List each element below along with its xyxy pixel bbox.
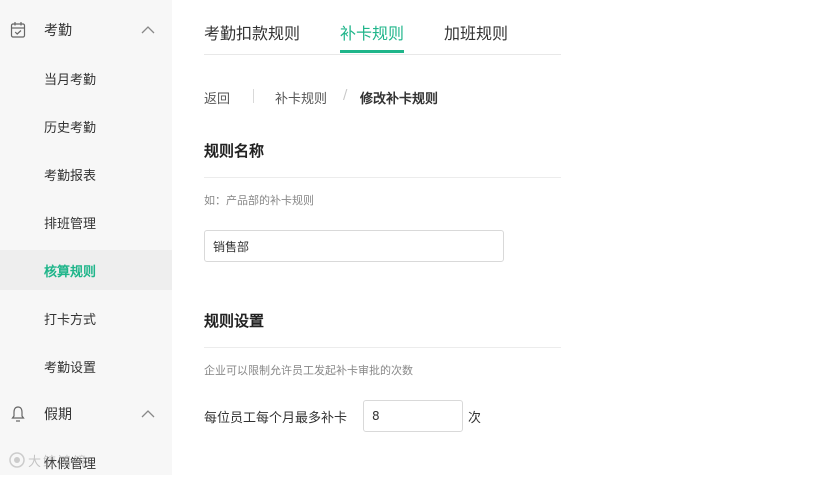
- breadcrumb-separator: /: [343, 88, 348, 103]
- sidebar-item-monthly-attendance[interactable]: 当月考勤: [0, 58, 172, 98]
- chevron-up-icon[interactable]: [140, 24, 156, 36]
- sidebar-item-label: 排班管理: [44, 216, 97, 232]
- watermark-text: 大鲸鸿镜: [28, 454, 89, 470]
- section-divider: [204, 347, 561, 348]
- bell-icon: [11, 406, 25, 422]
- tab-deduction-rules[interactable]: 考勤扣款规则: [204, 20, 300, 44]
- sidebar-item-accounting-rules[interactable]: 核算规则: [0, 250, 172, 290]
- sidebar-group-label: 假期: [44, 407, 72, 423]
- sidebar-item-label: 考勤报表: [44, 168, 97, 184]
- back-link[interactable]: 返回: [204, 88, 230, 107]
- sidebar-item-clock-in-method[interactable]: 打卡方式: [0, 298, 172, 338]
- sidebar: 考勤 当月考勤 历史考勤 考勤报表 排班管理 核算规则 打卡方式 考勤设置 假期…: [0, 0, 172, 475]
- section-divider: [204, 177, 561, 178]
- watermark-logo-icon: [9, 452, 25, 468]
- rule-tabs: 考勤扣款规则 补卡规则 加班规则: [204, 0, 561, 55]
- breadcrumb-divider: [253, 89, 254, 103]
- rule-name-hint: 如：产品部的补卡规则: [204, 194, 314, 207]
- makeup-limit-unit: 次: [468, 411, 482, 426]
- sidebar-group-label: 考勤: [44, 23, 72, 39]
- watermark: 大鲸鸿镜: [8, 448, 88, 472]
- rule-settings-title: 规则设置: [204, 312, 265, 330]
- rule-name-input[interactable]: [204, 230, 504, 262]
- makeup-limit-label: 每位员工每个月最多补卡: [204, 411, 348, 426]
- breadcrumb-parent-link[interactable]: 补卡规则: [275, 88, 327, 107]
- rule-name-title: 规则名称: [204, 142, 265, 160]
- calendar-icon: [10, 22, 26, 38]
- rule-settings-hint: 企业可以限制允许员工发起补卡审批的次数: [204, 364, 413, 377]
- chevron-up-icon[interactable]: [140, 408, 156, 420]
- sidebar-group-holidays[interactable]: 假期: [0, 390, 172, 438]
- sidebar-item-label: 考勤设置: [44, 360, 97, 376]
- makeup-limit-input[interactable]: [363, 400, 463, 432]
- breadcrumb-current: 修改补卡规则: [360, 92, 439, 107]
- tab-makeup-rules[interactable]: 补卡规则: [340, 20, 404, 44]
- active-tab-indicator: [340, 50, 404, 53]
- sidebar-item-label: 打卡方式: [44, 312, 97, 328]
- sidebar-item-label: 历史考勤: [44, 120, 97, 136]
- sidebar-item-attendance-report[interactable]: 考勤报表: [0, 154, 172, 194]
- sidebar-item-attendance-settings[interactable]: 考勤设置: [0, 346, 172, 386]
- tab-overtime-rules[interactable]: 加班规则: [444, 20, 508, 44]
- sidebar-group-attendance[interactable]: 考勤: [0, 6, 172, 54]
- sidebar-item-history-attendance[interactable]: 历史考勤: [0, 106, 172, 146]
- sidebar-item-label: 核算规则: [44, 264, 97, 280]
- sidebar-item-label: 当月考勤: [44, 72, 97, 88]
- sidebar-item-shift-management[interactable]: 排班管理: [0, 202, 172, 242]
